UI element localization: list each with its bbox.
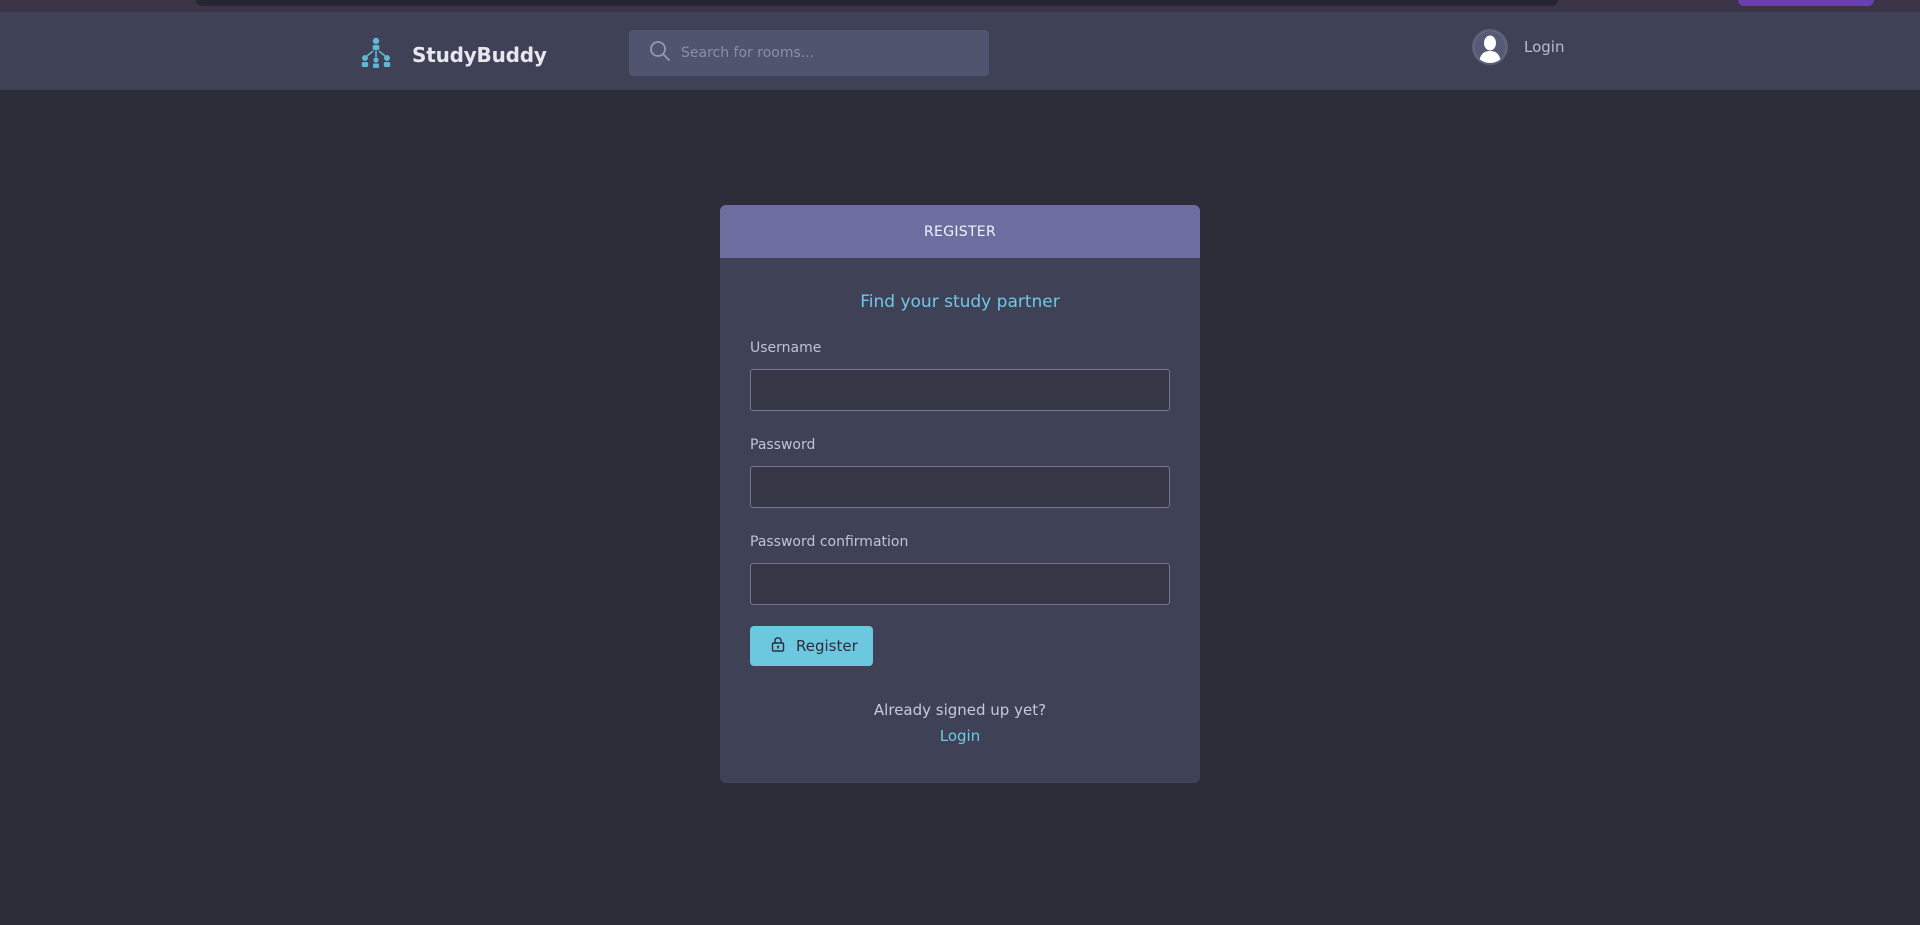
- username-field[interactable]: [750, 369, 1170, 411]
- search-input[interactable]: [681, 45, 971, 61]
- people-network-icon: [360, 36, 392, 74]
- brand-name: StudyBuddy: [412, 43, 547, 67]
- top-accent-pill: [1738, 0, 1874, 6]
- username-group: Username: [750, 340, 1170, 411]
- search-icon: [649, 40, 671, 66]
- top-navbar: StudyBuddy Login: [0, 12, 1920, 90]
- brand-logo-link[interactable]: StudyBuddy: [360, 36, 547, 74]
- top-scroll-bar: [196, 0, 1558, 6]
- register-button-label: Register: [796, 637, 858, 655]
- card-title: REGISTER: [924, 223, 996, 240]
- password-group: Password: [750, 437, 1170, 508]
- register-button[interactable]: Register: [750, 626, 873, 666]
- header-login-label: Login: [1524, 38, 1565, 56]
- tagline: Find your study partner: [860, 292, 1060, 312]
- register-form: Find your study partner Username Passwor…: [720, 292, 1200, 745]
- password-confirmation-group: Password confirmation: [750, 534, 1170, 605]
- lock-icon: [770, 636, 796, 656]
- username-label: Username: [750, 340, 822, 356]
- card-header: REGISTER: [720, 205, 1200, 258]
- search-bar: [629, 30, 989, 76]
- browser-top-strip: [0, 0, 1920, 12]
- password-confirmation-label: Password confirmation: [750, 534, 909, 550]
- password-field[interactable]: [750, 466, 1170, 508]
- already-signed-up-text: Already signed up yet?: [873, 701, 1047, 719]
- register-card: REGISTER Find your study partner Usernam…: [720, 205, 1200, 783]
- user-avatar-icon: [1472, 29, 1508, 65]
- password-label: Password: [750, 437, 816, 453]
- login-link[interactable]: Login: [750, 727, 1170, 745]
- password-confirmation-field[interactable]: [750, 563, 1170, 605]
- header-login-link[interactable]: Login: [1472, 29, 1564, 65]
